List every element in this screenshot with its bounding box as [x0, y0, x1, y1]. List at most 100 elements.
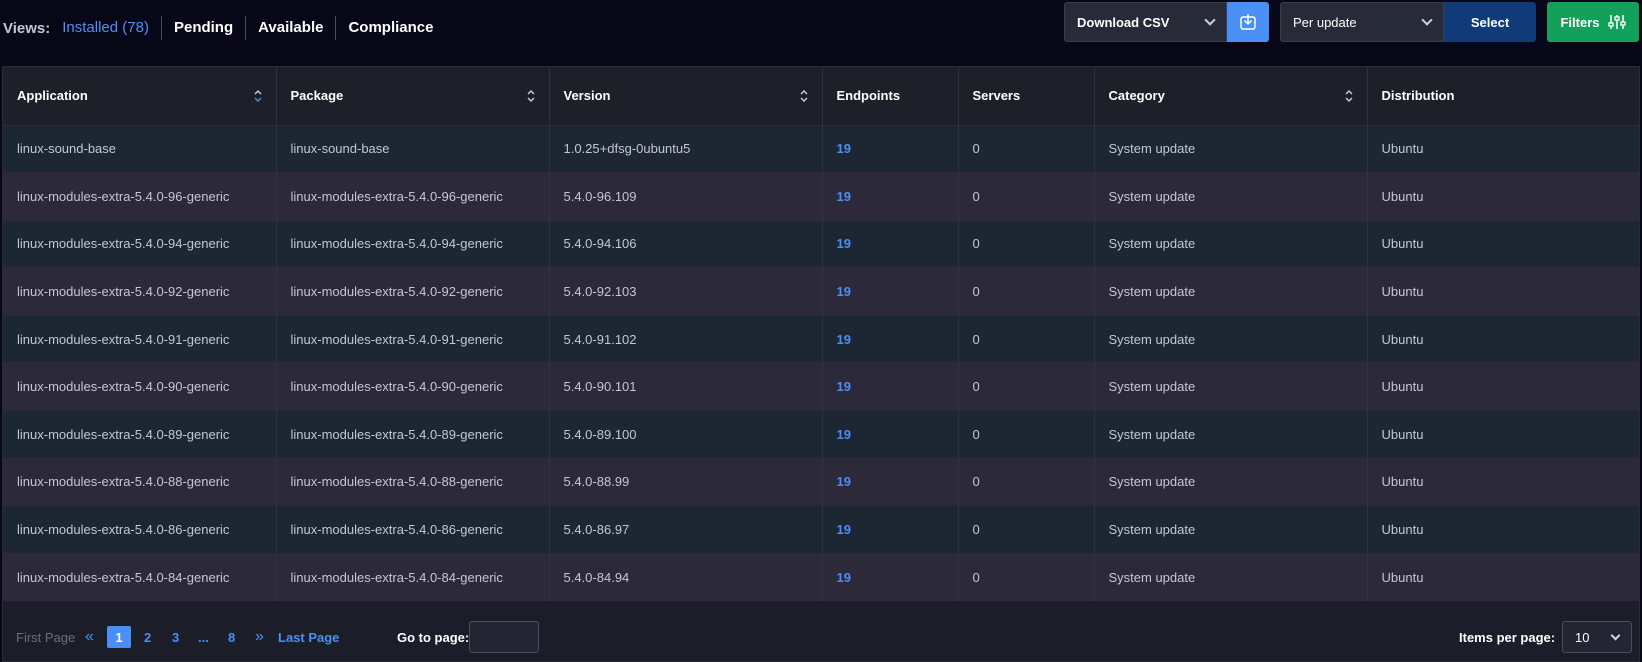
cell-version: 5.4.0-94.106 [549, 219, 823, 268]
sort-icon[interactable] [254, 89, 262, 103]
col-header-package[interactable]: Package [276, 67, 550, 125]
sliders-icon [1607, 15, 1626, 29]
table-row[interactable]: linux-sound-base linux-sound-base 1.0.25… [3, 124, 1639, 173]
cell-package: linux-modules-extra-5.4.0-84-generic [276, 552, 550, 601]
page-button-3[interactable]: 3 [172, 630, 179, 645]
table-row[interactable]: linux-modules-extra-5.4.0-84-generic lin… [3, 552, 1639, 601]
cell-distribution: Ubuntu [1367, 267, 1639, 316]
tab-pending[interactable]: Pending [160, 16, 245, 40]
page-button-2[interactable]: 2 [144, 630, 151, 645]
page-button-1[interactable]: 1 [107, 626, 131, 648]
download-button[interactable] [1227, 2, 1269, 42]
cell-distribution: Ubuntu [1367, 314, 1639, 363]
cell-application: linux-modules-extra-5.4.0-84-generic [3, 552, 277, 601]
cell-endpoints-link[interactable]: 19 [822, 457, 959, 506]
cell-endpoints-link[interactable]: 19 [822, 410, 959, 459]
cell-servers: 0 [958, 552, 1095, 601]
cell-application: linux-modules-extra-5.4.0-89-generic [3, 410, 277, 459]
cell-version: 5.4.0-86.97 [549, 505, 823, 554]
cell-servers: 0 [958, 314, 1095, 363]
chevron-down-icon [1421, 14, 1433, 26]
cell-category: System update [1094, 362, 1368, 411]
cell-package: linux-modules-extra-5.4.0-94-generic [276, 219, 550, 268]
select-button[interactable]: Select [1444, 2, 1536, 42]
sort-icon[interactable] [800, 89, 808, 103]
col-header-label: Package [290, 88, 344, 104]
goto-page-input[interactable] [469, 621, 539, 653]
cell-application: linux-modules-extra-5.4.0-91-generic [3, 314, 277, 363]
cell-application: linux-modules-extra-5.4.0-86-generic [3, 505, 277, 554]
download-icon [1240, 14, 1256, 30]
cell-endpoints-link[interactable]: 19 [822, 267, 959, 316]
cell-category: System update [1094, 410, 1368, 459]
filters-button[interactable]: Filters [1547, 2, 1639, 42]
cell-application: linux-modules-extra-5.4.0-92-generic [3, 267, 277, 316]
views-tabs: Views: Installed (78) Pending Available … [3, 14, 445, 42]
page-button-8[interactable]: 8 [228, 630, 235, 645]
table-row[interactable]: linux-modules-extra-5.4.0-89-generic lin… [3, 410, 1639, 459]
col-header-distribution: Distribution [1367, 67, 1639, 125]
cell-distribution: Ubuntu [1367, 219, 1639, 268]
table-row[interactable]: linux-modules-extra-5.4.0-92-generic lin… [3, 267, 1639, 316]
cell-package: linux-modules-extra-5.4.0-96-generic [276, 172, 550, 221]
last-page-link[interactable]: Last Page [278, 630, 339, 645]
cell-endpoints-link[interactable]: 19 [822, 505, 959, 554]
sort-icon[interactable] [527, 89, 535, 103]
cell-endpoints-link[interactable]: 19 [822, 172, 959, 221]
items-per-page-value: 10 [1575, 629, 1590, 645]
col-header-label: Category [1108, 88, 1165, 104]
cell-endpoints-link[interactable]: 19 [822, 552, 959, 601]
cell-servers: 0 [958, 124, 1095, 173]
items-per-page-label: Items per page: [1459, 629, 1556, 645]
cell-category: System update [1094, 124, 1368, 173]
double-chevron-left-icon[interactable]: « [85, 628, 94, 646]
col-header-servers: Servers [958, 67, 1095, 125]
download-group: Download CSV [1064, 2, 1269, 42]
cell-version: 5.4.0-84.94 [549, 552, 823, 601]
cell-application: linux-modules-extra-5.4.0-96-generic [3, 172, 277, 221]
cell-category: System update [1094, 552, 1368, 601]
double-chevron-right-icon[interactable]: » [255, 628, 264, 646]
chevron-down-icon [1610, 630, 1621, 640]
cell-package: linux-modules-extra-5.4.0-88-generic [276, 457, 550, 506]
sort-icon[interactable] [1345, 89, 1353, 103]
cell-endpoints-link[interactable]: 19 [822, 362, 959, 411]
cell-category: System update [1094, 172, 1368, 221]
first-page-link[interactable]: First Page [16, 630, 75, 645]
cell-distribution: Ubuntu [1367, 124, 1639, 173]
table-row[interactable]: linux-modules-extra-5.4.0-86-generic lin… [3, 505, 1639, 554]
col-header-category[interactable]: Category [1094, 67, 1368, 125]
cell-endpoints-link[interactable]: 19 [822, 124, 959, 173]
tab-available[interactable]: Available [245, 16, 335, 40]
download-format-select[interactable]: Download CSV [1064, 2, 1227, 42]
top-toolbar: Views: Installed (78) Pending Available … [0, 0, 1642, 62]
col-header-application[interactable]: Application [3, 67, 277, 125]
cell-category: System update [1094, 219, 1368, 268]
table-row[interactable]: linux-modules-extra-5.4.0-90-generic lin… [3, 362, 1639, 411]
tab-installed[interactable]: Installed (78) [62, 16, 161, 40]
table-row[interactable]: linux-modules-extra-5.4.0-91-generic lin… [3, 314, 1639, 363]
cell-package: linux-modules-extra-5.4.0-90-generic [276, 362, 550, 411]
pagination-bar: First Page « 1 2 3 ... 8 » Last Page Go … [3, 613, 1639, 661]
cell-servers: 0 [958, 172, 1095, 221]
cell-category: System update [1094, 505, 1368, 554]
per-update-select[interactable]: Per update [1280, 2, 1444, 42]
cell-version: 5.4.0-90.101 [549, 362, 823, 411]
cell-distribution: Ubuntu [1367, 552, 1639, 601]
cell-endpoints-link[interactable]: 19 [822, 219, 959, 268]
cell-application: linux-modules-extra-5.4.0-94-generic [3, 219, 277, 268]
tab-compliance[interactable]: Compliance [335, 16, 445, 40]
cell-endpoints-link[interactable]: 19 [822, 314, 959, 363]
col-header-label: Application [17, 88, 88, 104]
cell-version: 5.4.0-88.99 [549, 457, 823, 506]
table-row[interactable]: linux-modules-extra-5.4.0-88-generic lin… [3, 457, 1639, 506]
col-header-version[interactable]: Version [549, 67, 823, 125]
cell-distribution: Ubuntu [1367, 410, 1639, 459]
cell-package: linux-sound-base [276, 124, 550, 173]
cell-distribution: Ubuntu [1367, 362, 1639, 411]
cell-servers: 0 [958, 362, 1095, 411]
table-row[interactable]: linux-modules-extra-5.4.0-94-generic lin… [3, 219, 1639, 268]
table-row[interactable]: linux-modules-extra-5.4.0-96-generic lin… [3, 172, 1639, 221]
items-per-page-select[interactable]: 10 [1562, 621, 1632, 653]
cell-version: 5.4.0-92.103 [549, 267, 823, 316]
